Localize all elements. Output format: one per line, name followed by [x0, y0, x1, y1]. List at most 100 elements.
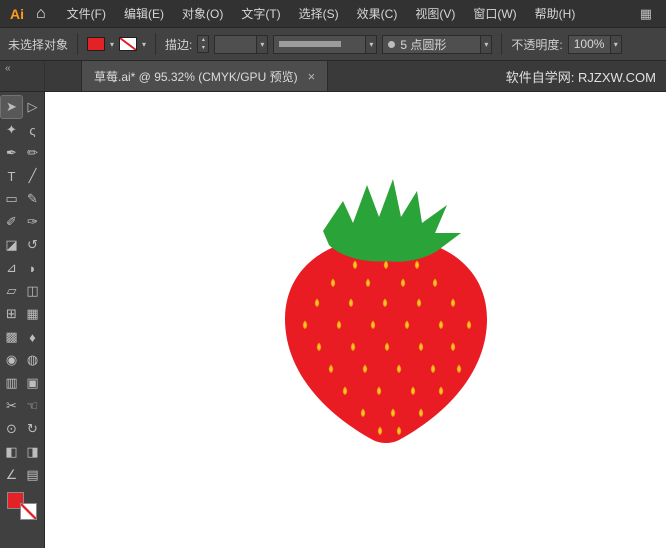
- strawberry-illustration[interactable]: [283, 177, 489, 445]
- tools-grid: ➤ ▷ ✦ ς ✒ ✏ T ╱ ▭ ✎ ✐ ✑ ◪ ↺ ⊿ ◗ ▱ ◫ ⊞ ▦ ▩ ♦ ◉ ◍ ▥ ▣ ✂ ☜ ⊙ ↻ ◧ ◨ ∠ ▤: [0, 95, 44, 486]
- menubar-items: 文件(F) 编辑(E) 对象(O) 文字(T) 选择(S) 效果(C) 视图(V) 窗口(W)…: [58, 0, 585, 27]
- rectangle-tool[interactable]: ▭: [1, 188, 22, 210]
- tab-close-icon[interactable]: ×: [308, 69, 316, 84]
- rotate-tool[interactable]: ↺: [22, 234, 43, 256]
- tools-panel: ➤ ▷ ✦ ς ✒ ✏ T ╱ ▭ ✎ ✐ ✑ ◪ ↺ ⊿ ◗ ▱ ◫ ⊞ ▦ ▩ ♦ ◉ ◍ ▥ ▣ ✂ ☜ ⊙ ↻ ◧ ◨ ∠ ▤: [0, 92, 45, 548]
- strawberry-seed: [348, 298, 354, 308]
- shaper-tool[interactable]: ✐: [1, 211, 22, 233]
- strawberry-seed: [314, 298, 320, 308]
- menu-item-edit[interactable]: 编辑(E): [115, 0, 173, 27]
- toolbar-color-controls: [7, 492, 37, 520]
- home-icon[interactable]: ⌂: [30, 5, 58, 23]
- crop-tool[interactable]: ▤: [22, 464, 43, 486]
- menu-item-effect[interactable]: 效果(C): [348, 0, 407, 27]
- brush-name: 5 点圆形: [400, 37, 447, 52]
- eraser-tool[interactable]: ◪: [1, 234, 22, 256]
- fill-color-well[interactable]: [87, 37, 106, 51]
- document-tab[interactable]: 草莓.ai* @ 95.32% (CMYK/GPU 预览) ×: [81, 61, 329, 91]
- direct-selection-tool[interactable]: ▷: [22, 96, 43, 118]
- symbol-sprayer-tool[interactable]: ◍: [22, 349, 43, 371]
- menu-item-help[interactable]: 帮助(H): [526, 0, 585, 27]
- stroke-color-swatch[interactable]: [20, 503, 37, 520]
- mesh-tool[interactable]: ▦: [22, 303, 43, 325]
- menu-item-view[interactable]: 视图(V): [406, 0, 464, 27]
- stroke-color-well[interactable]: [119, 37, 138, 51]
- strawberry-seed: [316, 342, 322, 352]
- menu-item-type[interactable]: 文字(T): [232, 0, 289, 27]
- curvature-tool[interactable]: ✏: [22, 142, 43, 164]
- stroke-dropdown-icon[interactable]: ▾: [142, 40, 146, 49]
- free-transform-tool[interactable]: ▱: [1, 280, 22, 302]
- column-graph-tool[interactable]: ▥: [1, 372, 22, 394]
- dropdown-arrow-icon[interactable]: ▾: [256, 35, 268, 53]
- slice-tool[interactable]: ✂: [1, 395, 22, 417]
- artboard-tool[interactable]: ▣: [22, 372, 43, 394]
- blend-tool[interactable]: ◉: [1, 349, 22, 371]
- menu-item-window[interactable]: 窗口(W): [464, 0, 525, 27]
- stepper-down-icon[interactable]: ▾: [198, 44, 208, 52]
- rotate-view-tool[interactable]: ↻: [22, 418, 43, 440]
- workspace-switcher-icon[interactable]: ▦: [634, 6, 658, 22]
- strawberry-seed: [404, 320, 410, 330]
- document-tab-bar: « 草莓.ai* @ 95.32% (CMYK/GPU 预览) × 软件自学网:…: [0, 61, 666, 92]
- live-paint-bucket-tool[interactable]: ◧: [1, 441, 22, 463]
- strawberry-seed: [342, 386, 348, 396]
- strawberry-seed: [376, 386, 382, 396]
- main-area: ➤ ▷ ✦ ς ✒ ✏ T ╱ ▭ ✎ ✐ ✑ ◪ ↺ ⊿ ◗ ▱ ◫ ⊞ ▦ ▩ ♦ ◉ ◍ ▥ ▣ ✂ ☜ ⊙ ↻ ◧ ◨ ∠ ▤: [0, 92, 666, 548]
- pencil-tool[interactable]: ✑: [22, 211, 43, 233]
- menubar: Ai ⌂ 文件(F) 编辑(E) 对象(O) 文字(T) 选择(S) 效果(C) 视图(V)…: [0, 0, 666, 28]
- stroke-weight-stepper[interactable]: ▴ ▾: [197, 35, 210, 53]
- dropdown-arrow-icon[interactable]: ▾: [365, 35, 377, 53]
- perspective-grid-tool[interactable]: ⊞: [1, 303, 22, 325]
- uniform-profile-preview: [279, 41, 342, 47]
- pen-tool[interactable]: ✒: [1, 142, 22, 164]
- dropdown-arrow-icon[interactable]: ▾: [609, 35, 621, 53]
- strawberry-seed: [382, 298, 388, 308]
- lasso-tool[interactable]: ς: [22, 119, 43, 141]
- scale-tool[interactable]: ⊿: [1, 257, 22, 279]
- stroke-weight-label: 描边:: [165, 37, 193, 52]
- line-segment-tool[interactable]: ╱: [22, 165, 43, 187]
- strawberry-seed: [416, 298, 422, 308]
- shape-builder-tool[interactable]: ◫: [22, 280, 43, 302]
- selection-status-label: 未选择对象: [8, 37, 69, 52]
- strawberry-seed: [352, 260, 358, 270]
- zoom-tool[interactable]: ⊙: [1, 418, 22, 440]
- opacity-dropdown[interactable]: 100% ▾: [567, 34, 622, 54]
- live-paint-selection-tool[interactable]: ◨: [22, 441, 43, 463]
- type-tool[interactable]: T: [1, 165, 22, 187]
- collapse-panel-icon[interactable]: «: [5, 63, 11, 74]
- separator: [501, 33, 503, 55]
- brush-definition-dropdown[interactable]: 5 点圆形 ▾: [382, 34, 493, 54]
- strawberry-seed: [396, 364, 402, 374]
- strawberry-body[interactable]: [285, 239, 487, 443]
- stroke-weight-dropdown[interactable]: ▾: [214, 34, 269, 54]
- dropdown-arrow-icon[interactable]: ▾: [480, 35, 492, 53]
- hand-tool[interactable]: ☜: [22, 395, 43, 417]
- width-profile-dropdown[interactable]: ▾: [273, 34, 378, 54]
- fill-dropdown-icon[interactable]: ▾: [110, 40, 114, 49]
- strawberry-seed: [438, 386, 444, 396]
- illustrator-logo-icon[interactable]: Ai: [8, 6, 30, 22]
- menu-item-object[interactable]: 对象(O): [173, 0, 232, 27]
- strawberry-seed: [360, 408, 366, 418]
- control-bar: 未选择对象 ▾ ▾ 描边: ▴ ▾ ▾ ▾ 5 点圆形 ▾ 不透明度: 100%…: [0, 28, 666, 61]
- gradient-tool[interactable]: ▩: [1, 326, 22, 348]
- strawberry-seed: [377, 426, 383, 436]
- toolbar-dock-header: «: [0, 61, 45, 91]
- eyedropper-tool[interactable]: ♦: [22, 326, 43, 348]
- menu-item-file[interactable]: 文件(F): [58, 0, 115, 27]
- stepper-up-icon[interactable]: ▴: [198, 36, 208, 44]
- width-tool[interactable]: ◗: [22, 257, 43, 279]
- selection-tool[interactable]: ➤: [0, 95, 23, 119]
- strawberry-seed: [414, 260, 420, 270]
- measure-tool[interactable]: ∠: [1, 464, 22, 486]
- artboard-canvas[interactable]: [45, 92, 666, 548]
- magic-wand-tool[interactable]: ✦: [1, 119, 22, 141]
- strawberry-seed: [302, 320, 308, 330]
- menu-item-select[interactable]: 选择(S): [290, 0, 348, 27]
- strawberry-seed: [438, 320, 444, 330]
- paintbrush-tool[interactable]: ✎: [22, 188, 43, 210]
- strawberry-seed: [418, 408, 424, 418]
- strawberry-seed: [365, 278, 371, 288]
